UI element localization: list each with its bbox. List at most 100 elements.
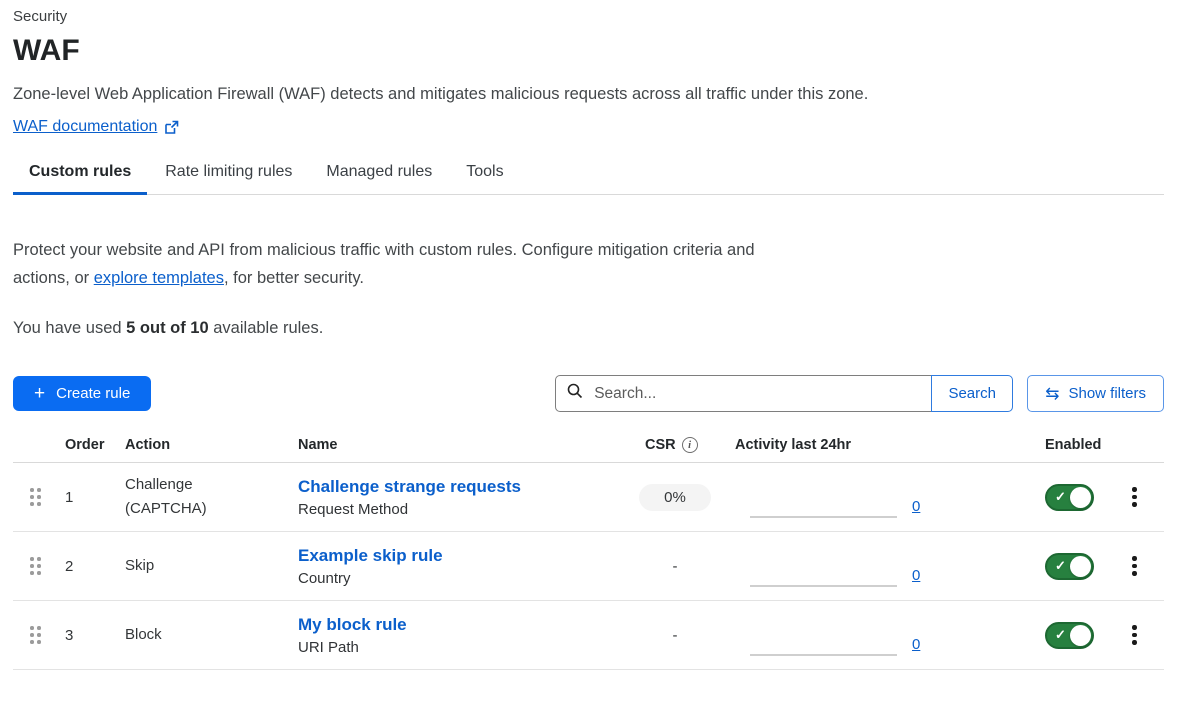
- action-label: Skip: [125, 554, 154, 578]
- row-menu-kebab-icon[interactable]: [1105, 487, 1164, 507]
- search-input[interactable]: [592, 384, 920, 404]
- rule-field-label: Request Method: [298, 501, 630, 518]
- plus-icon: +: [34, 384, 45, 403]
- header-enabled: Enabled: [1045, 437, 1105, 453]
- drag-handle-icon[interactable]: [30, 488, 41, 506]
- show-filters-label: Show filters: [1068, 385, 1146, 402]
- create-rule-label: Create rule: [56, 385, 130, 402]
- enabled-cell: ✓: [1045, 553, 1105, 580]
- name-cell: Challenge strange requests Request Metho…: [298, 477, 630, 518]
- check-icon: ✓: [1055, 558, 1066, 574]
- header-action: Action: [125, 437, 298, 453]
- activity-cell: 0: [720, 463, 940, 531]
- action-label: Block: [125, 623, 162, 647]
- tab-custom-rules[interactable]: Custom rules: [13, 163, 147, 194]
- rule-field-label: URI Path: [298, 639, 630, 656]
- rule-name-link[interactable]: My block rule: [298, 615, 407, 635]
- drag-cell: [13, 488, 65, 506]
- row-menu-kebab-icon[interactable]: [1105, 625, 1164, 645]
- rule-field-label: Country: [298, 570, 630, 587]
- rules-table: Order Action Name CSR i Activity last 24…: [13, 437, 1164, 670]
- row-menu-kebab-icon[interactable]: [1105, 556, 1164, 576]
- search-button[interactable]: Search: [931, 375, 1013, 412]
- csr-value: -: [673, 627, 678, 644]
- search-group: Search ⇆ Show filters: [555, 375, 1164, 412]
- usage-suffix: available rules.: [209, 319, 324, 337]
- header-csr: CSR i: [630, 437, 720, 453]
- enabled-cell: ✓: [1045, 622, 1105, 649]
- activity-sparkline: [750, 654, 897, 656]
- toggle-knob: [1070, 556, 1091, 577]
- tab-label: Custom rules: [29, 163, 131, 180]
- external-link-icon: [164, 120, 179, 135]
- usage-count: 5 out of 10: [126, 319, 209, 337]
- swap-arrows-icon: ⇆: [1045, 385, 1059, 402]
- search-box: [555, 375, 932, 412]
- table-row: 3 Block My block rule URI Path - 0 ✓: [13, 601, 1164, 670]
- csr-cell: -: [630, 558, 720, 575]
- enabled-toggle[interactable]: ✓: [1045, 484, 1094, 511]
- table-header-row: Order Action Name CSR i Activity last 24…: [13, 437, 1164, 463]
- tab-label: Managed rules: [326, 163, 432, 180]
- drag-handle-icon[interactable]: [30, 626, 41, 644]
- header-order: Order: [65, 437, 125, 453]
- header-name: Name: [298, 437, 630, 453]
- doc-link-row: WAF documentation: [13, 118, 1164, 136]
- activity-count-link[interactable]: 0: [912, 636, 920, 653]
- activity-cell: 0: [720, 532, 940, 600]
- action-cell: Challenge (CAPTCHA): [125, 473, 298, 521]
- page-description: Zone-level Web Application Firewall (WAF…: [13, 85, 1164, 104]
- show-filters-button[interactable]: ⇆ Show filters: [1027, 375, 1164, 412]
- tab-tools[interactable]: Tools: [450, 163, 519, 194]
- drag-cell: [13, 626, 65, 644]
- order-cell: 1: [65, 489, 125, 506]
- check-icon: ✓: [1055, 627, 1066, 643]
- usage-prefix: You have used: [13, 319, 126, 337]
- toolbar: + Create rule Search ⇆ Show filters: [13, 375, 1164, 412]
- activity-count-link[interactable]: 0: [912, 498, 920, 515]
- header-activity: Activity last 24hr: [720, 437, 940, 453]
- table-row: 2 Skip Example skip rule Country - 0 ✓: [13, 532, 1164, 601]
- tabs: Custom rules Rate limiting rules Managed…: [13, 163, 1164, 195]
- search-icon: [567, 383, 583, 404]
- enabled-cell: ✓: [1045, 484, 1105, 511]
- intro-paragraph: Protect your website and API from malici…: [13, 237, 758, 292]
- csr-cell: 0%: [630, 484, 720, 511]
- drag-cell: [13, 557, 65, 575]
- header-csr-label: CSR: [645, 437, 676, 453]
- enabled-toggle[interactable]: ✓: [1045, 553, 1094, 580]
- check-icon: ✓: [1055, 489, 1066, 505]
- waf-documentation-link[interactable]: WAF documentation: [13, 118, 157, 136]
- activity-sparkline: [750, 585, 897, 587]
- csr-value: -: [673, 558, 678, 575]
- tab-rate-limiting-rules[interactable]: Rate limiting rules: [149, 163, 308, 194]
- toggle-knob: [1070, 487, 1091, 508]
- breadcrumb: Security: [13, 8, 1164, 25]
- name-cell: My block rule URI Path: [298, 615, 630, 656]
- explore-templates-link[interactable]: explore templates: [94, 269, 224, 287]
- activity-count-link[interactable]: 0: [912, 567, 920, 584]
- waf-page: Security WAF Zone-level Web Application …: [0, 0, 1177, 670]
- create-rule-button[interactable]: + Create rule: [13, 376, 151, 411]
- order-cell: 3: [65, 627, 125, 644]
- activity-sparkline: [750, 516, 897, 518]
- page-title: WAF: [13, 34, 1164, 68]
- rule-name-link[interactable]: Challenge strange requests: [298, 477, 521, 497]
- tab-managed-rules[interactable]: Managed rules: [310, 163, 448, 194]
- csr-value: 0%: [639, 484, 711, 511]
- csr-cell: -: [630, 627, 720, 644]
- activity-cell: 0: [720, 601, 940, 669]
- table-body: 1 Challenge (CAPTCHA) Challenge strange …: [13, 463, 1164, 670]
- usage-summary: You have used 5 out of 10 available rule…: [13, 319, 1164, 338]
- action-label: Challenge (CAPTCHA): [125, 473, 237, 521]
- info-icon[interactable]: i: [682, 437, 698, 453]
- name-cell: Example skip rule Country: [298, 546, 630, 587]
- action-cell: Block: [125, 623, 298, 647]
- order-cell: 2: [65, 558, 125, 575]
- toggle-knob: [1070, 625, 1091, 646]
- drag-handle-icon[interactable]: [30, 557, 41, 575]
- rule-name-link[interactable]: Example skip rule: [298, 546, 443, 566]
- enabled-toggle[interactable]: ✓: [1045, 622, 1094, 649]
- action-cell: Skip: [125, 554, 298, 578]
- tab-label: Rate limiting rules: [165, 163, 292, 180]
